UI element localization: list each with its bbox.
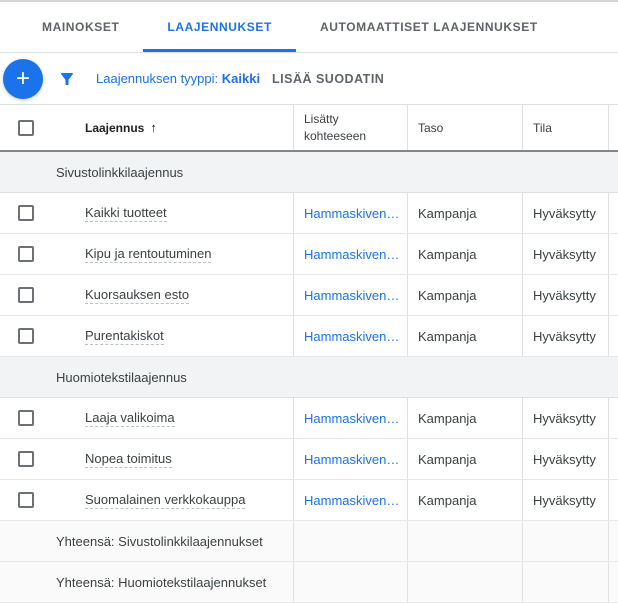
table-row: Laaja valikoima Hammaskiven p... Kampanj…	[0, 398, 618, 439]
status-value: Hyväksytty	[533, 287, 596, 303]
row-checkbox[interactable]	[18, 328, 34, 344]
plus-icon: +	[15, 65, 30, 92]
group-header-callout: Huomiotekstilaajennus	[0, 357, 618, 398]
row-checkbox[interactable]	[18, 492, 34, 508]
table-row: Kaikki tuotteet Hammaskiven p... Kampanj…	[0, 193, 618, 234]
column-label-status: Tila	[533, 120, 552, 135]
extension-name-link[interactable]: Laaja valikoima	[85, 410, 175, 427]
row-checkbox[interactable]	[18, 205, 34, 221]
group-label: Sivustolinkkilaajennus	[56, 164, 184, 180]
extension-name-link[interactable]: Kipu ja rentoutuminen	[85, 246, 212, 263]
level-value: Kampanja	[418, 246, 477, 262]
table-row: Kuorsauksen esto Hammaskiven p... Kampan…	[0, 275, 618, 316]
add-filter-button[interactable]: LISÄÄ SUODATIN	[272, 53, 384, 104]
column-label-level: Taso	[418, 120, 444, 135]
tab-mainokset[interactable]: MAINOKSET	[18, 2, 143, 52]
row-checkbox[interactable]	[18, 410, 34, 426]
summary-row-sitelinks: Yhteensä: Sivustolinkkilaajennukset	[0, 521, 618, 562]
table-header-row: Laajennus ↑ Lisätty kohteeseen Taso Tila	[0, 105, 618, 152]
level-value: Kampanja	[418, 287, 477, 303]
filter-toolbar: + Laajennuksen tyyppi: Kaikki LISÄÄ SUOD…	[0, 53, 618, 105]
tab-bar: MAINOKSET LAAJENNUKSET AUTOMAATTISET LAA…	[0, 2, 618, 53]
tab-laajennukset[interactable]: LAAJENNUKSET	[143, 2, 296, 52]
status-value: Hyväksytty	[533, 205, 596, 221]
extensions-table: Laajennus ↑ Lisätty kohteeseen Taso Tila…	[0, 105, 618, 603]
status-value: Hyväksytty	[533, 328, 596, 344]
added-to-link[interactable]: Hammaskiven p...	[304, 206, 401, 221]
level-value: Kampanja	[418, 451, 477, 467]
table-row: Kipu ja rentoutuminen Hammaskiven p... K…	[0, 234, 618, 275]
added-to-link[interactable]: Hammaskiven p...	[304, 452, 401, 467]
filter-label: Laajennuksen tyyppi:	[96, 71, 222, 86]
column-label-extension: Laajennus	[85, 120, 145, 135]
row-checkbox[interactable]	[18, 287, 34, 303]
add-extension-button[interactable]: +	[3, 59, 43, 99]
extension-type-filter[interactable]: Laajennuksen tyyppi: Kaikki	[96, 53, 260, 104]
added-to-link[interactable]: Hammaskiven p...	[304, 288, 401, 303]
tab-automaattiset-laajennukset[interactable]: AUTOMAATTISET LAAJENNUKSET	[296, 2, 562, 52]
row-checkbox[interactable]	[18, 451, 34, 467]
level-value: Kampanja	[418, 205, 477, 221]
summary-label: Yhteensä: Sivustolinkkilaajennukset	[56, 533, 263, 549]
summary-label: Yhteensä: Huomiotekstilaajennukset	[56, 574, 267, 590]
header-overflow	[608, 105, 618, 150]
extension-name-link[interactable]: Kaikki tuotteet	[85, 205, 167, 222]
row-checkbox[interactable]	[18, 246, 34, 262]
extension-name-link[interactable]: Kuorsauksen esto	[85, 287, 190, 304]
added-to-link[interactable]: Hammaskiven p...	[304, 411, 401, 426]
added-to-link[interactable]: Hammaskiven p...	[304, 329, 401, 344]
table-row: Purentakiskot Hammaskiven p... Kampanja …	[0, 316, 618, 357]
group-label: Huomiotekstilaajennus	[56, 369, 187, 385]
status-value: Hyväksytty	[533, 410, 596, 426]
filter-icon[interactable]	[58, 70, 76, 88]
extension-name-link[interactable]: Suomalainen verkkokauppa	[85, 492, 246, 509]
added-to-link[interactable]: Hammaskiven p...	[304, 493, 401, 508]
header-extension[interactable]: Laajennus ↑	[0, 105, 293, 150]
filter-value: Kaikki	[221, 71, 261, 86]
status-value: Hyväksytty	[533, 492, 596, 508]
extension-name-link[interactable]: Purentakiskot	[85, 328, 164, 345]
status-value: Hyväksytty	[533, 451, 596, 467]
table-row: Nopea toimitus Hammaskiven p... Kampanja…	[0, 439, 618, 480]
added-to-link[interactable]: Hammaskiven p...	[304, 247, 401, 262]
summary-row-callouts: Yhteensä: Huomiotekstilaajennukset	[0, 562, 618, 603]
header-status[interactable]: Tila	[522, 105, 608, 150]
level-value: Kampanja	[418, 328, 477, 344]
table-row: Suomalainen verkkokauppa Hammaskiven p..…	[0, 480, 618, 521]
sort-ascending-icon[interactable]: ↑	[150, 120, 157, 135]
header-added-to[interactable]: Lisätty kohteeseen	[293, 105, 407, 150]
level-value: Kampanja	[418, 410, 477, 426]
header-level[interactable]: Taso	[407, 105, 522, 150]
status-value: Hyväksytty	[533, 246, 596, 262]
level-value: Kampanja	[418, 492, 477, 508]
extension-name-link[interactable]: Nopea toimitus	[85, 451, 172, 468]
select-all-checkbox[interactable]	[18, 119, 34, 136]
group-header-sitelink: Sivustolinkkilaajennus	[0, 152, 618, 193]
column-label-added-to: Lisätty kohteeseen	[304, 112, 367, 143]
